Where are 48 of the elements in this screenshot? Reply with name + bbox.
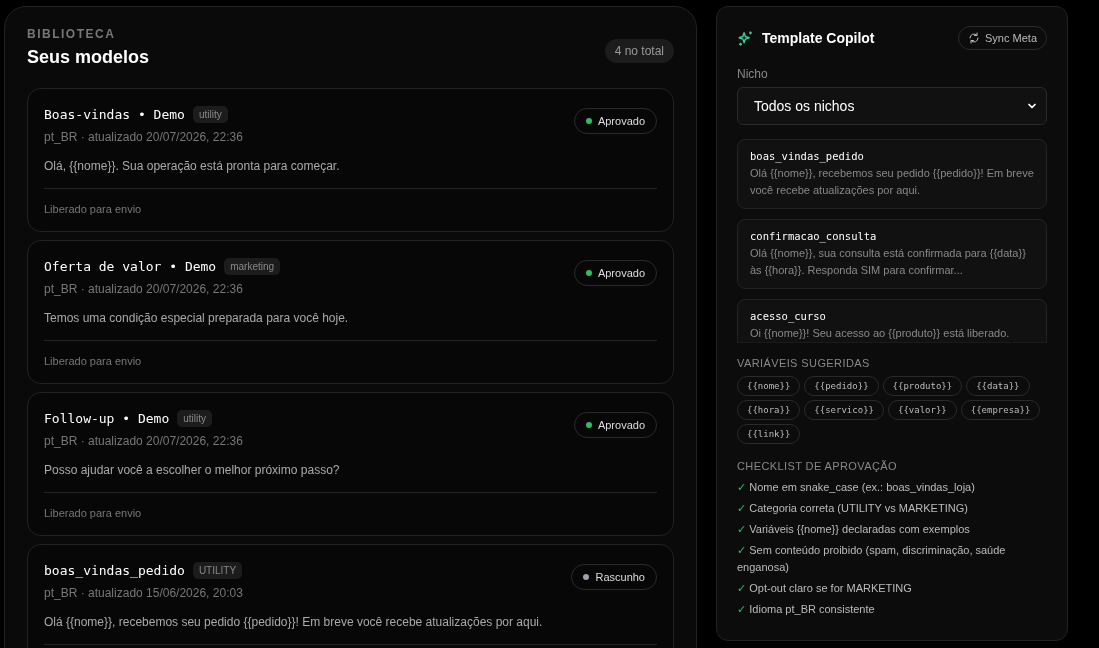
refresh-icon	[968, 32, 981, 44]
checklist-item: ✓ Categoria correta (UTILITY vs MARKETING)	[737, 501, 969, 516]
suggestion-name: acesso_curso	[750, 310, 827, 322]
status-label: Rascunho	[595, 571, 645, 583]
category-tag: utility	[177, 410, 213, 427]
template-body: Olá {{nome}}, recebemos seu pedido {{pedido}}! Em breve você recebe atualizações por aqui.	[44, 615, 657, 645]
suggestion-name: confirmacao_consulta	[750, 230, 878, 242]
template-name: boas_vindas_pedido	[44, 563, 185, 578]
count-badge: 4 no total	[604, 39, 674, 63]
suggestion-text: Oi {{nome}}! Seu acesso ao {{produto}} está liberado.	[750, 326, 1011, 341]
checklist-item: ✓ Variáveis {{nome}} declaradas com exemplos	[737, 522, 971, 537]
template-name: Follow-up • Demo	[44, 411, 170, 426]
section-label: CHECKLIST DE APROVAÇÃO	[737, 460, 898, 472]
template-body: Posso ajudar você a escolher o melhor próximo passo?	[44, 463, 657, 493]
copilot-title: Template Copilot	[762, 30, 875, 46]
template-name: Boas-vindas • Demo	[44, 107, 185, 122]
checklist-item: ✓ Idioma pt_BR consistente	[737, 602, 876, 617]
suggestion-card[interactable]: acesso_curso Oi {{nome}}! Seu acesso ao {{produto}} está liberado.	[737, 299, 1047, 342]
suggestion-text: Olá {{nome}}, recebemos seu pedido {{pedido}}! Em breve você recebe atualizações por aqui.	[750, 166, 1034, 198]
checklist-item: ✓ Opt-out claro se for MARKETING	[737, 581, 913, 596]
status-label: Aprovado	[597, 267, 645, 279]
niche-select[interactable]: Todos os nichos	[737, 87, 1047, 125]
section-label: VARIÁVEIS SUGERIDAS	[737, 357, 871, 369]
panel-title: Seus modelos	[27, 47, 150, 68]
template-meta: pt_BR · atualizado 20/07/2026, 22:36	[44, 130, 243, 144]
template-meta: pt_BR · atualizado 20/07/2026, 22:36	[44, 282, 244, 296]
template-footer: Liberado para envio	[44, 203, 657, 215]
template-body: Olá, {{nome}}. Sua operação está pronta para começar.	[44, 159, 657, 189]
template-meta: pt_BR · atualizado 20/07/2026, 22:36	[44, 434, 243, 448]
checklist-item: ✓ Sem conteúdo proibido (spam, discriminação, saúde enganosa)	[737, 543, 1007, 575]
suggestion-card[interactable]: boas_vindas_pedido Olá {{nome}}, recebemos seu pedido {{pedido}}! Em breve você recebe atualizações por aqui.	[737, 139, 1047, 209]
section-label: BIBLIOTECA	[27, 27, 117, 41]
suggestion-card[interactable]: confirmacao_consulta Olá {{nome}}, sua consulta está confirmada para {{data}} às {{hora}}. Responda SIM para confirmar...	[737, 219, 1047, 289]
status-label: Aprovado	[597, 115, 645, 127]
template-footer: Liberado para envio	[44, 507, 657, 519]
sparkles-icon	[737, 29, 754, 47]
suggestion-text: Olá {{nome}}, sua consulta está confirmada para {{data}} às {{hora}}. Responda SIM para confirmar...	[750, 246, 1027, 278]
category-tag: utility	[192, 106, 228, 123]
suggestion-name: boas_vindas_pedido	[750, 150, 865, 162]
template-name: Oferta de valor • Demo	[44, 259, 217, 274]
category-tag: UTILITY	[192, 562, 243, 579]
checklist-item: ✓ Nome em snake_case (ex.: boas_vindas_loja)	[737, 480, 976, 495]
category-tag: marketing	[224, 258, 281, 275]
field-label: Nicho	[737, 67, 769, 81]
template-body: Temos uma condição especial preparada para você hoje.	[44, 311, 657, 341]
template-footer: Liberado para envio	[44, 355, 657, 367]
status-label: Aprovado	[597, 419, 645, 431]
template-meta: pt_BR · atualizado 15/06/2026, 20:03	[44, 586, 243, 600]
